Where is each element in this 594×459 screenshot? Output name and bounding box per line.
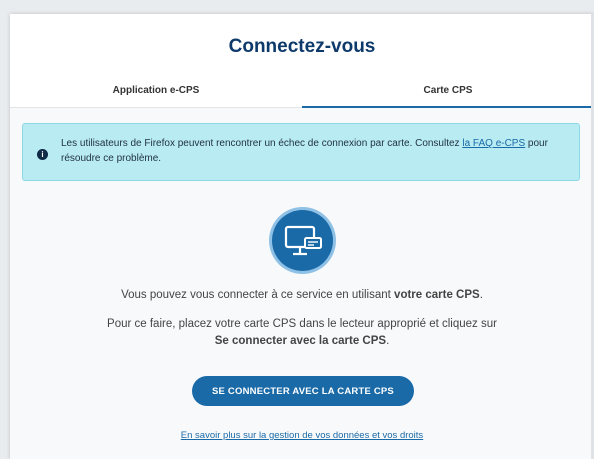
alert-text: Les utilisateurs de Firefox peuvent renc…	[61, 136, 559, 166]
desc2-text: Pour ce faire, placez votre carte CPS da…	[107, 318, 497, 330]
login-card: Connectez-vous Application e-CPS Carte C…	[10, 14, 594, 459]
computer-card-reader-icon	[272, 210, 333, 271]
firefox-alert: i Les utilisateurs de Firefox peuvent re…	[22, 123, 580, 181]
login-header: Connectez-vous Application e-CPS Carte C…	[10, 14, 594, 108]
cps-description: Vous pouvez vous connecter à ce service …	[10, 289, 594, 301]
connect-cps-button[interactable]: SE CONNECTER AVEC LA CARTE CPS	[192, 376, 414, 406]
desc1-end: .	[479, 289, 483, 301]
data-rights-link[interactable]: En savoir plus sur la gestion de vos don…	[181, 430, 423, 441]
page-title: Connectez-vous	[228, 36, 376, 57]
data-rights-link-wrapper: En savoir plus sur la gestion de vos don…	[10, 430, 594, 441]
desc1-text: Vous pouvez vous connecter à ce service …	[121, 289, 395, 301]
desc2-bold: Se connecter avec la carte CPS	[214, 335, 387, 347]
desc2-end: .	[386, 335, 390, 347]
alert-text-before: Les utilisateurs de Firefox peuvent renc…	[61, 138, 463, 149]
faq-e-cps-link[interactable]: la FAQ e-CPS	[462, 138, 525, 149]
desc1-bold: votre carte CPS	[394, 289, 480, 301]
tab-carte-cps[interactable]: Carte CPS	[302, 84, 594, 108]
info-icon: i	[37, 149, 48, 160]
tab-application-e-cps[interactable]: Application e-CPS	[10, 84, 302, 107]
tab-bar: Application e-CPS Carte CPS	[10, 84, 594, 108]
cps-instructions: Pour ce faire, placez votre carte CPS da…	[100, 316, 504, 350]
